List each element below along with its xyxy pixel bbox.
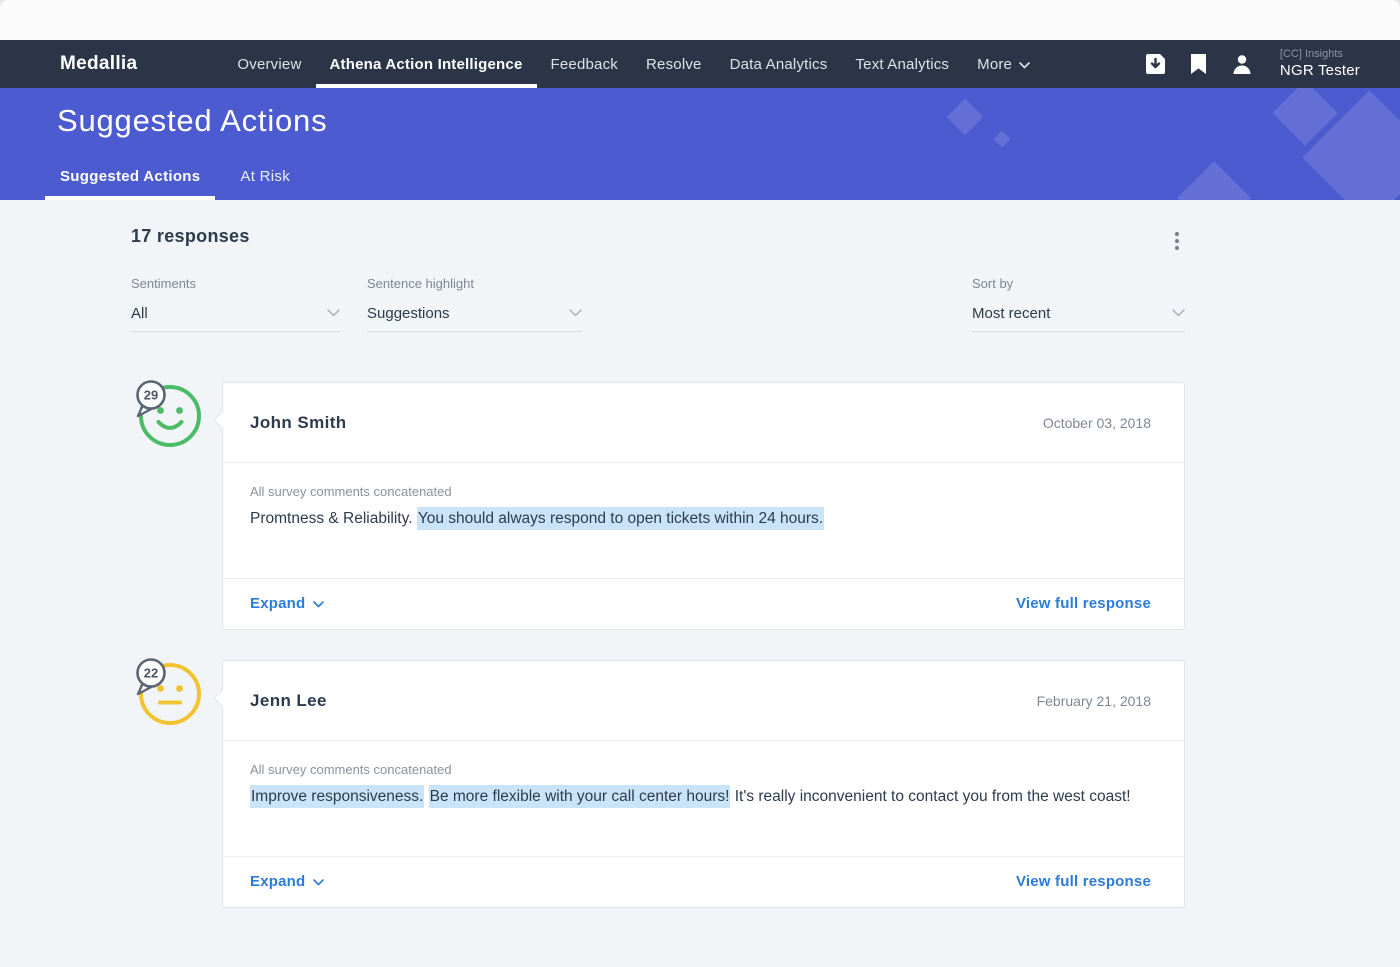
nav-item-data-analytics[interactable]: Data Analytics (716, 40, 842, 88)
sentiment-avatar-positive: 29 (131, 380, 222, 630)
sentiments-filter-label: Sentiments (131, 276, 197, 291)
sentence-highlight-filter-label: Sentence highlight (367, 276, 474, 291)
response-card: Jenn Lee February 21, 2018 All survey co… (213, 660, 1185, 908)
response-date: February 21, 2018 (1036, 693, 1151, 709)
response-row: 29 John Smith October 03, 2018 All surve… (131, 380, 1185, 630)
page-header: Suggested Actions Suggested Actions At R… (0, 88, 1400, 200)
view-full-response-link[interactable]: View full response (1016, 873, 1151, 890)
sentiment-avatar-neutral: 22 (131, 658, 222, 908)
card-footer: Expand View full response (223, 578, 1184, 629)
sort-by-filter: Sort by Most recent (972, 276, 1185, 332)
decorative-diamond (1177, 161, 1251, 200)
comment-text: Improve responsiveness. Be more flexible… (250, 784, 1150, 810)
page-tabs: Suggested Actions At Risk (45, 168, 305, 200)
top-navigation: Medallia Overview Athena Action Intellig… (0, 40, 1400, 88)
results-toolbar: 17 responses (131, 226, 1185, 254)
sentence-highlight-select[interactable]: Suggestions (367, 304, 582, 332)
chevron-down-icon (327, 304, 340, 322)
comment-segment: Promtness & Reliability. (250, 510, 417, 527)
card-body: All survey comments concatenated Promtne… (223, 463, 1184, 578)
sentiments-filter: Sentiments All (131, 276, 340, 332)
sort-by-select-value: Most recent (972, 304, 1051, 322)
nav-item-feedback[interactable]: Feedback (537, 40, 632, 88)
nav-item-overview[interactable]: Overview (223, 40, 315, 88)
sentence-highlight-select-value: Suggestions (367, 304, 450, 322)
decorative-diamond (993, 130, 1011, 148)
nav-right-actions: [CC] Insights NGR Tester (1145, 40, 1360, 88)
decorative-diamond (946, 98, 984, 136)
respondent-name: Jenn Lee (250, 691, 327, 710)
chevron-down-icon (313, 595, 325, 612)
sentiments-select-value: All (131, 304, 148, 322)
card-footer: Expand View full response (223, 856, 1184, 907)
nav-item-more[interactable]: More (963, 40, 1044, 88)
response-list: 29 John Smith October 03, 2018 All surve… (131, 380, 1185, 908)
app-window: Medallia Overview Athena Action Intellig… (0, 0, 1400, 967)
comment-segment-highlighted: You should always respond to open ticket… (416, 507, 825, 530)
chevron-down-icon (1172, 304, 1185, 322)
nav-item-resolve[interactable]: Resolve (632, 40, 716, 88)
comment-segment: It's really inconvenient to contact you … (730, 788, 1131, 805)
response-count: 17 responses (131, 226, 250, 246)
sentiments-select[interactable]: All (131, 304, 340, 332)
page-title: Suggested Actions (57, 103, 328, 138)
main-content: 17 responses Sentiments All Sentence hig… (0, 200, 1400, 967)
comment-segment-highlighted: Improve responsiveness. (250, 785, 425, 808)
more-label: More (977, 55, 1013, 73)
comment-label: All survey comments concatenated (250, 762, 452, 777)
filters-row: Sentiments All Sentence highlight Sugges… (131, 276, 1185, 332)
kebab-menu-icon[interactable] (1169, 228, 1185, 254)
window-top-strip (0, 0, 1400, 40)
export-download-icon[interactable] (1145, 53, 1165, 75)
comment-label: All survey comments concatenated (250, 484, 452, 499)
card-header: John Smith October 03, 2018 (223, 383, 1184, 463)
expand-label: Expand (250, 595, 306, 612)
nav-items: Overview Athena Action Intelligence Feed… (223, 40, 1044, 88)
tab-suggested-actions[interactable]: Suggested Actions (45, 168, 216, 200)
expand-button[interactable]: Expand (250, 873, 325, 890)
comment-segment-highlighted: Be more flexible with your call center h… (428, 785, 731, 808)
comment-segment (424, 788, 428, 805)
tab-at-risk[interactable]: At Risk (225, 168, 305, 200)
svg-text:29: 29 (144, 388, 158, 403)
bookmark-icon[interactable] (1190, 54, 1206, 74)
score-badge: 22 (136, 658, 166, 696)
card-header: Jenn Lee February 21, 2018 (223, 661, 1184, 741)
nav-item-athena-action-intelligence[interactable]: Athena Action Intelligence (315, 40, 537, 88)
chevron-down-icon (569, 304, 582, 322)
user-name: NGR Tester (1279, 61, 1360, 79)
medallia-logo: Medallia (60, 53, 138, 74)
user-info[interactable]: [CC] Insights NGR Tester (1280, 48, 1360, 79)
nav-item-text-analytics[interactable]: Text Analytics (841, 40, 963, 88)
expand-label: Expand (250, 873, 306, 890)
sentence-highlight-filter: Sentence highlight Suggestions (367, 276, 582, 332)
response-date: October 03, 2018 (1042, 415, 1151, 431)
response-row: 22 Jenn Lee February 21, 2018 All survey… (131, 658, 1185, 908)
view-full-response-link[interactable]: View full response (1016, 595, 1151, 612)
user-icon[interactable] (1232, 54, 1252, 74)
sort-by-select[interactable]: Most recent (972, 304, 1185, 332)
sort-by-label: Sort by (972, 276, 1014, 291)
chevron-down-icon (1019, 56, 1030, 73)
svg-text:22: 22 (144, 666, 158, 681)
score-badge: 29 (136, 380, 166, 418)
card-body: All survey comments concatenated Improve… (223, 741, 1184, 856)
chevron-down-icon (313, 873, 325, 890)
respondent-name: John Smith (250, 413, 347, 432)
response-card: John Smith October 03, 2018 All survey c… (213, 382, 1185, 630)
user-org: [CC] Insights (1279, 48, 1343, 61)
expand-button[interactable]: Expand (250, 595, 325, 612)
comment-text: Promtness & Reliability. You should alwa… (250, 506, 1150, 532)
